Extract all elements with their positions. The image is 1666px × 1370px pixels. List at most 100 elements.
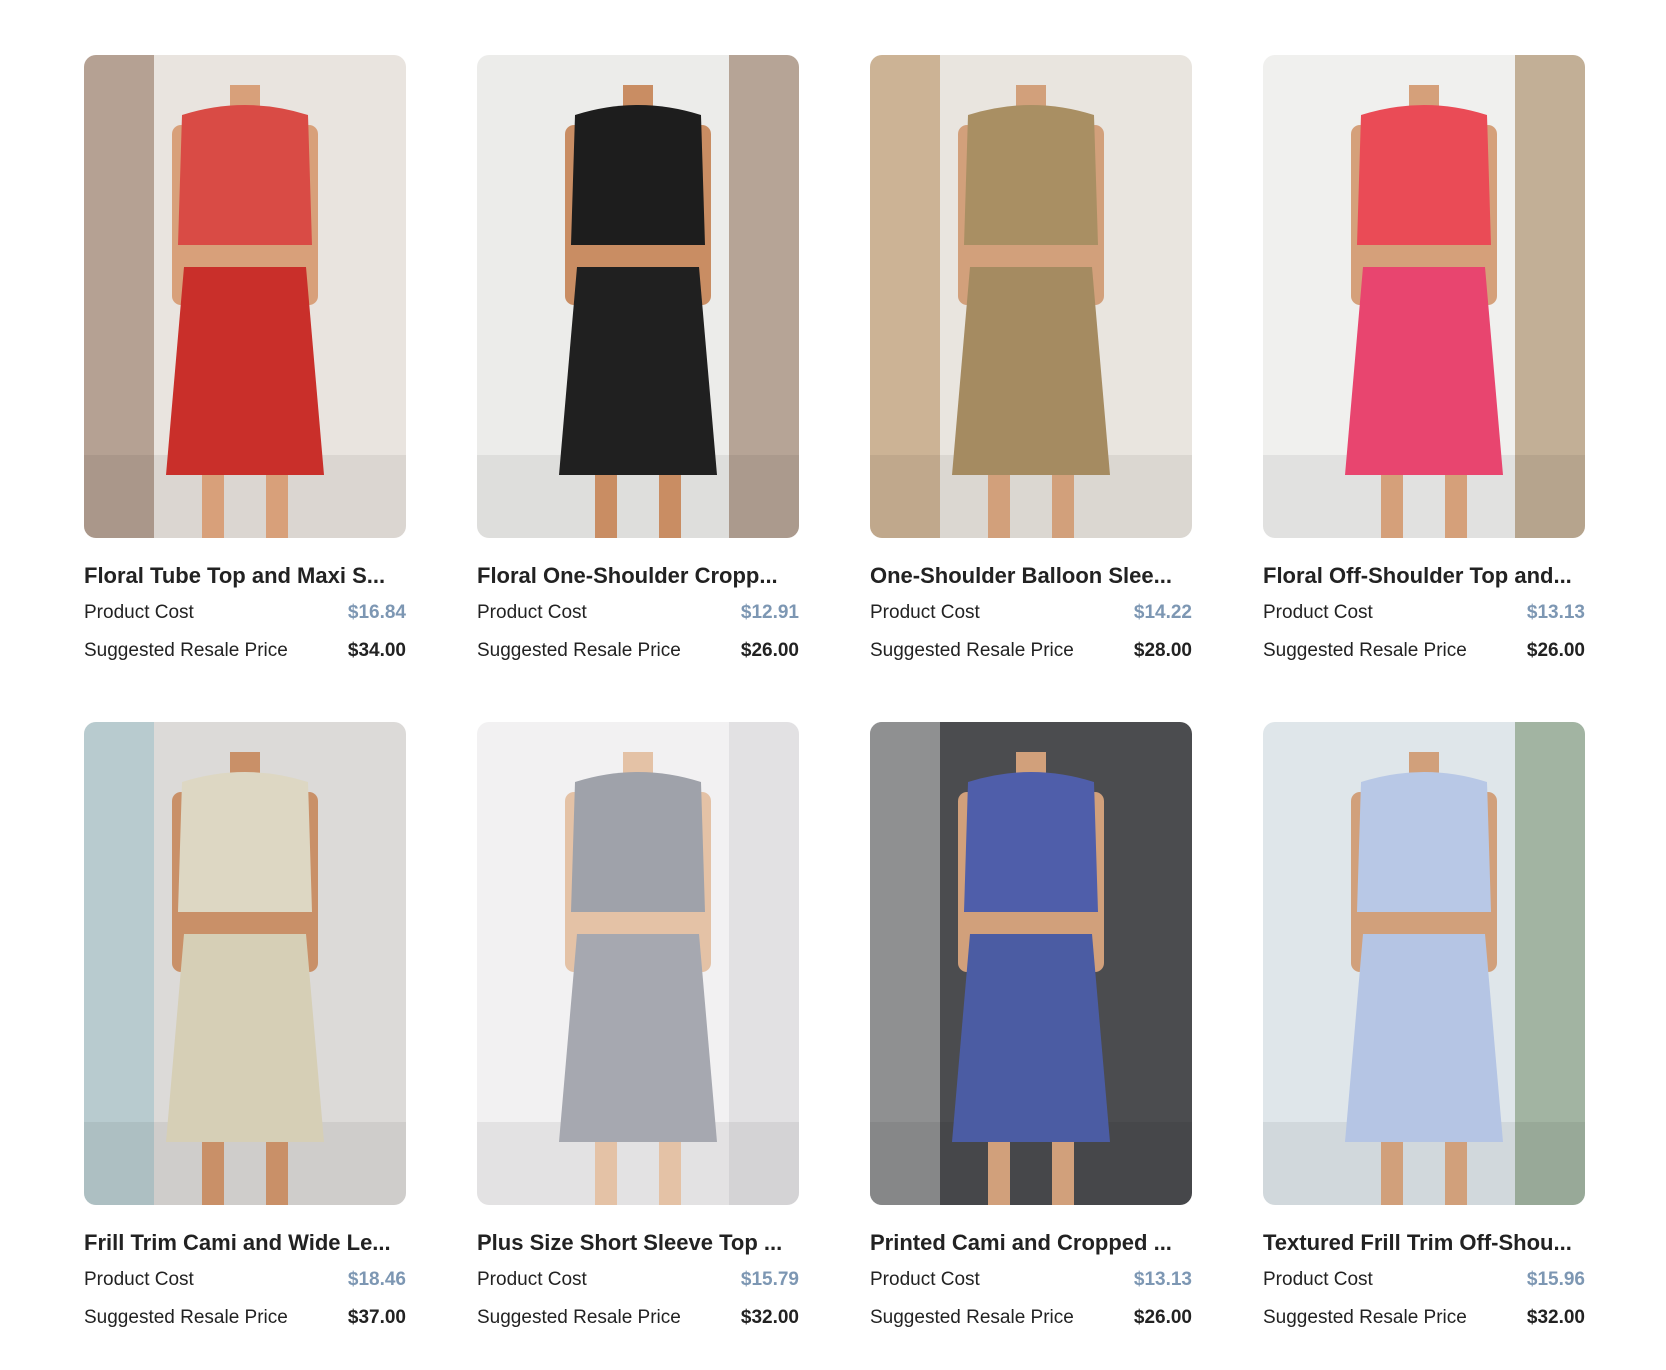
model-skin	[581, 912, 695, 934]
product-cost-row: Product Cost $16.84	[84, 602, 406, 624]
product-cost-value: $16.84	[347, 602, 406, 623]
resale-price-label: Suggested Resale Price	[84, 1307, 288, 1328]
resale-price-label: Suggested Resale Price	[477, 640, 681, 661]
product-card[interactable]: Floral Off-Shoulder Top and... Product C…	[1263, 55, 1585, 662]
product-cost-label: Product Cost	[477, 1269, 587, 1290]
product-cost-value: $14.22	[1133, 602, 1192, 623]
product-cost-row: Product Cost $14.22	[870, 602, 1192, 624]
resale-price-label: Suggested Resale Price	[1263, 1307, 1467, 1328]
product-photo	[870, 722, 1192, 1205]
product-photo	[477, 722, 799, 1205]
model-leg	[202, 1142, 224, 1205]
product-title[interactable]: Floral Off-Shoulder Top and...	[1263, 563, 1585, 589]
resale-price-value: $32.00	[1526, 1307, 1585, 1328]
product-cost-label: Product Cost	[1263, 1269, 1373, 1290]
garment-bottom	[166, 267, 324, 475]
product-cost-value: $15.96	[1526, 1269, 1585, 1290]
product-image[interactable]	[870, 55, 1192, 538]
product-title[interactable]: Floral One-Shoulder Cropp...	[477, 563, 799, 589]
product-title[interactable]: One-Shoulder Balloon Slee...	[870, 563, 1192, 589]
product-cost-value: $15.79	[740, 1269, 799, 1290]
garment-bottom	[559, 934, 717, 1142]
garment-top	[178, 772, 312, 912]
product-cost-label: Product Cost	[870, 1269, 980, 1290]
model-skin	[188, 245, 302, 267]
garment-bottom	[952, 267, 1110, 475]
product-photo	[477, 55, 799, 538]
resale-price-row: Suggested Resale Price $32.00	[1263, 1307, 1585, 1329]
resale-price-row: Suggested Resale Price $34.00	[84, 640, 406, 662]
product-image[interactable]	[84, 55, 406, 538]
resale-price-row: Suggested Resale Price $37.00	[84, 1307, 406, 1329]
product-title[interactable]: Printed Cami and Cropped ...	[870, 1230, 1192, 1256]
model-skin	[974, 912, 1088, 934]
product-title[interactable]: Textured Frill Trim Off-Shou...	[1263, 1230, 1585, 1256]
garment-top	[964, 772, 1098, 912]
product-cost-row: Product Cost $18.46	[84, 1269, 406, 1291]
product-image[interactable]	[84, 722, 406, 1205]
garment-top	[571, 105, 705, 245]
product-image[interactable]	[1263, 55, 1585, 538]
product-image[interactable]	[870, 722, 1192, 1205]
product-cost-label: Product Cost	[84, 1269, 194, 1290]
product-cost-value: $13.13	[1133, 1269, 1192, 1290]
garment-bottom	[1345, 934, 1503, 1142]
resale-price-label: Suggested Resale Price	[1263, 640, 1467, 661]
product-card[interactable]: Floral Tube Top and Maxi S... Product Co…	[84, 55, 406, 662]
product-card[interactable]: Printed Cami and Cropped ... Product Cos…	[870, 722, 1192, 1329]
resale-price-value: $26.00	[1133, 1307, 1192, 1328]
product-title[interactable]: Plus Size Short Sleeve Top ...	[477, 1230, 799, 1256]
product-card[interactable]: Floral One-Shoulder Cropp... Product Cos…	[477, 55, 799, 662]
garment-bottom	[166, 934, 324, 1142]
product-photo	[870, 55, 1192, 538]
product-cost-row: Product Cost $12.91	[477, 602, 799, 624]
resale-price-value: $26.00	[1526, 640, 1585, 661]
resale-price-value: $26.00	[740, 640, 799, 661]
product-cost-label: Product Cost	[870, 602, 980, 623]
garment-bottom	[1345, 267, 1503, 475]
resale-price-row: Suggested Resale Price $28.00	[870, 640, 1192, 662]
product-image[interactable]	[1263, 722, 1585, 1205]
model-leg	[1445, 475, 1467, 538]
product-photo	[1263, 55, 1585, 538]
product-cost-label: Product Cost	[84, 602, 194, 623]
garment-top	[571, 772, 705, 912]
model-skin	[188, 912, 302, 934]
product-card[interactable]: One-Shoulder Balloon Slee... Product Cos…	[870, 55, 1192, 662]
product-title[interactable]: Frill Trim Cami and Wide Le...	[84, 1230, 406, 1256]
model-leg	[266, 1142, 288, 1205]
product-title[interactable]: Floral Tube Top and Maxi S...	[84, 563, 406, 589]
model-leg	[595, 475, 617, 538]
garment-bottom	[952, 934, 1110, 1142]
product-grid: Floral Tube Top and Maxi S... Product Co…	[84, 55, 1585, 1329]
product-cost-label: Product Cost	[1263, 602, 1373, 623]
model-leg	[1381, 1142, 1403, 1205]
product-card[interactable]: Plus Size Short Sleeve Top ... Product C…	[477, 722, 799, 1329]
product-cost-row: Product Cost $15.96	[1263, 1269, 1585, 1291]
model-leg	[266, 475, 288, 538]
product-cost-label: Product Cost	[477, 602, 587, 623]
product-image[interactable]	[477, 55, 799, 538]
garment-bottom	[559, 267, 717, 475]
model-leg	[988, 475, 1010, 538]
resale-price-value: $28.00	[1133, 640, 1192, 661]
resale-price-row: Suggested Resale Price $26.00	[477, 640, 799, 662]
product-image[interactable]	[477, 722, 799, 1205]
product-card[interactable]: Textured Frill Trim Off-Shou... Product …	[1263, 722, 1585, 1329]
product-cost-row: Product Cost $13.13	[1263, 602, 1585, 624]
product-card[interactable]: Frill Trim Cami and Wide Le... Product C…	[84, 722, 406, 1329]
product-photo	[84, 722, 406, 1205]
model-leg	[1052, 1142, 1074, 1205]
resale-price-row: Suggested Resale Price $26.00	[870, 1307, 1192, 1329]
garment-top	[1357, 772, 1491, 912]
resale-price-label: Suggested Resale Price	[870, 640, 1074, 661]
resale-price-value: $34.00	[347, 640, 406, 661]
resale-price-value: $37.00	[347, 1307, 406, 1328]
model-leg	[659, 1142, 681, 1205]
product-cost-row: Product Cost $13.13	[870, 1269, 1192, 1291]
product-cost-value: $18.46	[347, 1269, 406, 1290]
product-cost-row: Product Cost $15.79	[477, 1269, 799, 1291]
garment-top	[178, 105, 312, 245]
resale-price-label: Suggested Resale Price	[84, 640, 288, 661]
model-leg	[1052, 475, 1074, 538]
